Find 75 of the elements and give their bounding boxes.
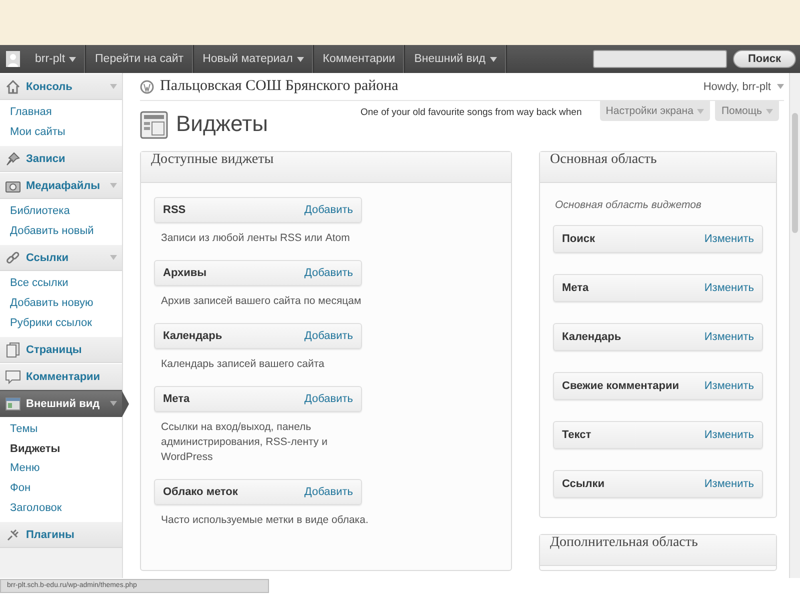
widget-description: Записи из любой ленты RSS или Atom: [161, 231, 351, 246]
sidebar-menu-item[interactable]: Страницы: [0, 336, 122, 364]
submenu-item[interactable]: Заголовок: [0, 498, 122, 518]
pages-icon: [5, 342, 21, 358]
widget-description: Часто используемые метки в виде облака.: [161, 513, 370, 528]
house-icon: [5, 78, 21, 94]
panel-title: Основная область: [540, 152, 776, 183]
screen-options-tab[interactable]: Настройки экрана: [600, 101, 710, 121]
chain-icon: [5, 250, 21, 266]
sidebar-menu-item[interactable]: Медиафайлы: [0, 172, 122, 200]
widget-item[interactable]: Мета Добавить: [154, 386, 362, 412]
edit-link[interactable]: Изменить: [704, 380, 754, 392]
window-icon: [5, 396, 21, 412]
admin-bar-link[interactable]: Внешний вид: [405, 45, 506, 73]
area-description: Основная область виджетов: [555, 199, 702, 211]
widget-item[interactable]: Поиск Изменить: [553, 225, 763, 253]
widget-item[interactable]: Ссылки Изменить: [553, 470, 763, 498]
edit-link[interactable]: Изменить: [704, 429, 754, 441]
avatar-icon: [6, 51, 20, 67]
sidebar-menu-item[interactable]: Записи: [0, 145, 122, 172]
sidebar-menu-item[interactable]: Ссылки: [0, 244, 122, 272]
panel-title: Дополнительная область: [540, 535, 776, 566]
wordpress-logo-icon: [140, 80, 154, 94]
scrollbar[interactable]: [789, 73, 800, 578]
sidebar-menu-item[interactable]: Консоль: [0, 73, 122, 100]
widget-item[interactable]: Архивы Добавить: [154, 260, 362, 286]
add-link[interactable]: Добавить: [304, 486, 353, 498]
add-link[interactable]: Добавить: [304, 267, 353, 279]
widgets-icon: [140, 111, 168, 139]
widget-item[interactable]: RSS Добавить: [154, 197, 362, 223]
edit-link[interactable]: Изменить: [704, 331, 754, 343]
add-link[interactable]: Добавить: [304, 393, 353, 405]
add-link[interactable]: Добавить: [304, 204, 353, 216]
submenu-item[interactable]: Добавить новый: [0, 222, 122, 242]
submenu-item[interactable]: Темы: [0, 420, 122, 440]
search-button[interactable]: Поиск: [732, 50, 796, 68]
caret-icon: [777, 84, 784, 89]
submenu-item[interactable]: Добавить новую: [0, 294, 122, 314]
widget-item[interactable]: Календарь Изменить: [553, 323, 763, 351]
caret-icon: [766, 108, 773, 114]
submenu-item[interactable]: Меню: [0, 459, 122, 479]
pin-icon: [5, 150, 21, 167]
widget-item[interactable]: Мета Изменить: [553, 274, 763, 302]
submenu-item[interactable]: Виджеты: [0, 440, 122, 460]
plug-icon: [5, 526, 21, 543]
panel-title: Доступные виджеты: [141, 152, 511, 183]
widget-description: Календарь записей вашего сайта: [161, 357, 326, 372]
widget-item[interactable]: Календарь Добавить: [154, 323, 362, 349]
admin-bar-link[interactable]: Новый материал: [194, 45, 314, 73]
widget-item[interactable]: Текст Изменить: [553, 421, 763, 449]
sidebar-menu-item[interactable]: Плагины: [0, 521, 122, 548]
tagline-text: One of your old favourite songs from way back when: [360, 107, 582, 118]
submenu-item[interactable]: Рубрики ссылок: [0, 314, 122, 334]
widget-item[interactable]: Свежие комментарии Изменить: [553, 372, 763, 400]
site-title[interactable]: Пальцовская СОШ Брянского района: [160, 78, 398, 95]
widget-description: Ссылки на вход/выход, панель администрирования, RSS-ленту и WordPress: [161, 420, 328, 465]
speech-bubble-icon: [5, 368, 21, 385]
page-title: Виджеты: [176, 111, 268, 137]
sidebar-menu-item[interactable]: Комментарии: [0, 363, 122, 390]
admin-bar-link[interactable]: Комментарии: [314, 45, 406, 73]
edit-link[interactable]: Изменить: [704, 282, 754, 294]
edit-link[interactable]: Изменить: [704, 233, 754, 245]
submenu-item[interactable]: Библиотека: [0, 202, 122, 222]
add-link[interactable]: Добавить: [304, 330, 353, 342]
submenu-item[interactable]: Фон: [0, 478, 122, 499]
submenu-item[interactable]: Главная: [0, 103, 122, 123]
submenu-item[interactable]: Мои сайты: [0, 122, 122, 142]
help-tab[interactable]: Помощь: [715, 101, 779, 121]
caret-icon: [697, 108, 704, 114]
submenu-item[interactable]: Все ссылки: [0, 274, 122, 294]
widget-description: Архив записей вашего сайта по месяцам: [161, 294, 362, 309]
search-field[interactable]: [592, 50, 727, 68]
edit-link[interactable]: Изменить: [704, 478, 754, 490]
account-menu[interactable]: Howdy, brr-plt: [703, 80, 784, 92]
widget-item[interactable]: Облако меток Добавить: [154, 479, 362, 505]
